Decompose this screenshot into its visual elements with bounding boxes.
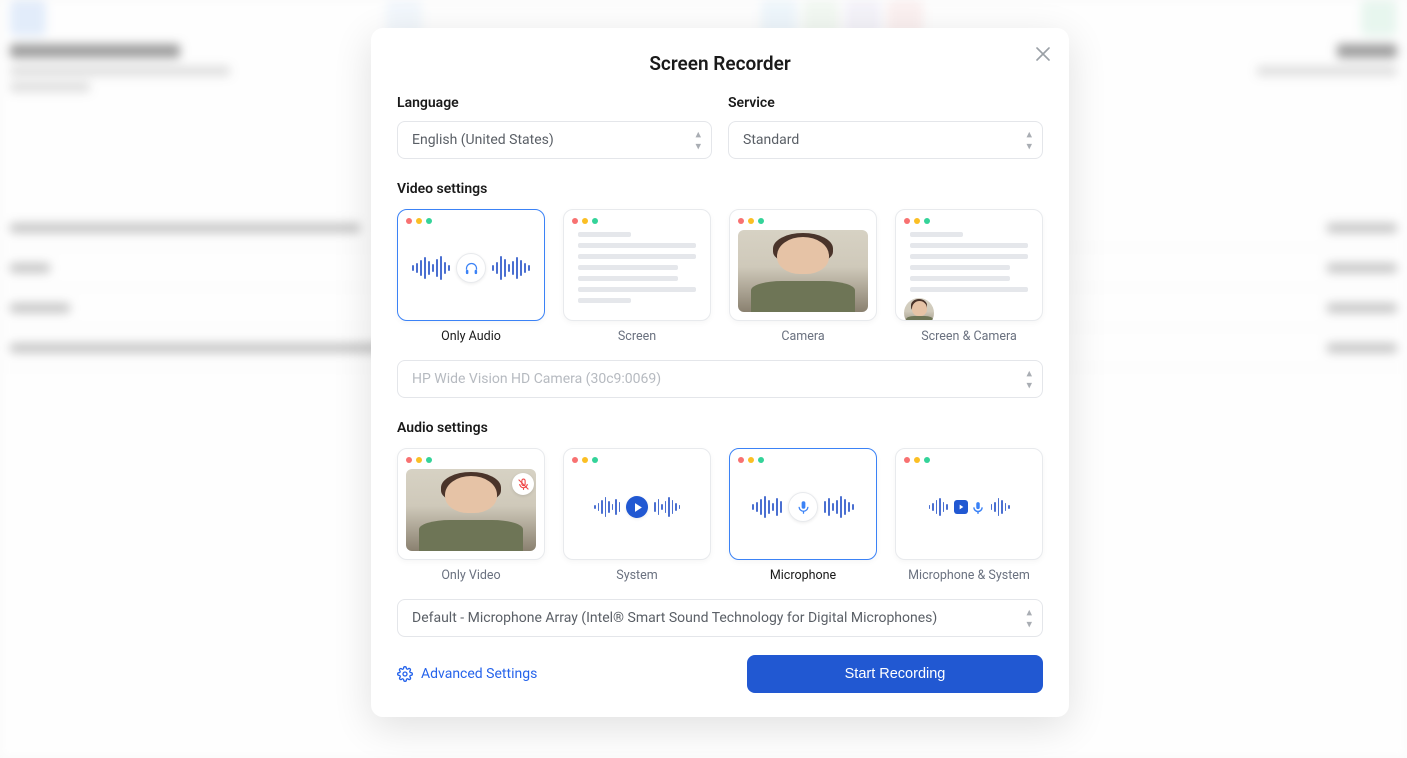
audio-settings-label: Audio settings <box>397 420 1043 436</box>
language-select[interactable]: English (United States) ▴▾ <box>397 121 712 159</box>
audio-option-mic-system[interactable]: Microphone & System <box>895 448 1043 583</box>
option-label: Only Audio <box>397 329 545 344</box>
advanced-settings-link[interactable]: Advanced Settings <box>397 666 537 682</box>
service-select[interactable]: Standard ▴▾ <box>728 121 1043 159</box>
language-value: English (United States) <box>412 132 554 148</box>
video-option-only-audio[interactable]: Only Audio <box>397 209 545 344</box>
audio-option-only-video[interactable]: Only Video <box>397 448 545 583</box>
service-label: Service <box>728 95 1043 111</box>
option-label: Microphone <box>729 568 877 583</box>
camera-device-value: HP Wide Vision HD Camera (30c9:0069) <box>412 371 661 387</box>
video-option-screen[interactable]: Screen <box>563 209 711 344</box>
service-value: Standard <box>743 132 799 148</box>
chevron-updown-icon: ▴▾ <box>1026 368 1032 391</box>
audio-options: Only Video System <box>397 448 1043 583</box>
language-label: Language <box>397 95 712 111</box>
close-icon <box>1036 47 1050 61</box>
option-label: Camera <box>729 329 877 344</box>
microphone-device-select[interactable]: Default - Microphone Array (Intel® Smart… <box>397 599 1043 637</box>
advanced-settings-label: Advanced Settings <box>421 666 537 682</box>
microphone-icon <box>788 492 818 522</box>
video-settings-label: Video settings <box>397 181 1043 197</box>
microphone-device-value: Default - Microphone Array (Intel® Smart… <box>412 610 937 626</box>
option-label: Screen <box>563 329 711 344</box>
start-recording-button[interactable]: Start Recording <box>747 655 1043 693</box>
video-options: Only Audio Screen Camera <box>397 209 1043 344</box>
audio-option-system[interactable]: System <box>563 448 711 583</box>
option-label: System <box>563 568 711 583</box>
video-option-screen-camera[interactable]: Screen & Camera <box>895 209 1043 344</box>
microphone-icon <box>971 500 985 514</box>
screen-recorder-modal: Screen Recorder Language English (United… <box>371 28 1069 717</box>
audio-option-microphone[interactable]: Microphone <box>729 448 877 583</box>
close-button[interactable] <box>1031 42 1055 66</box>
option-label: Only Video <box>397 568 545 583</box>
gear-icon <box>397 666 413 682</box>
headphones-icon <box>456 253 486 283</box>
modal-title: Screen Recorder <box>397 28 1043 95</box>
camera-device-select[interactable]: HP Wide Vision HD Camera (30c9:0069) ▴▾ <box>397 360 1043 398</box>
option-label: Microphone & System <box>895 568 1043 583</box>
mic-muted-icon <box>512 473 534 495</box>
chevron-updown-icon: ▴▾ <box>695 129 701 152</box>
chevron-updown-icon: ▴▾ <box>1026 607 1032 630</box>
chevron-updown-icon: ▴▾ <box>1026 129 1032 152</box>
play-icon <box>626 496 648 518</box>
option-label: Screen & Camera <box>895 329 1043 344</box>
play-icon <box>954 500 968 514</box>
video-option-camera[interactable]: Camera <box>729 209 877 344</box>
